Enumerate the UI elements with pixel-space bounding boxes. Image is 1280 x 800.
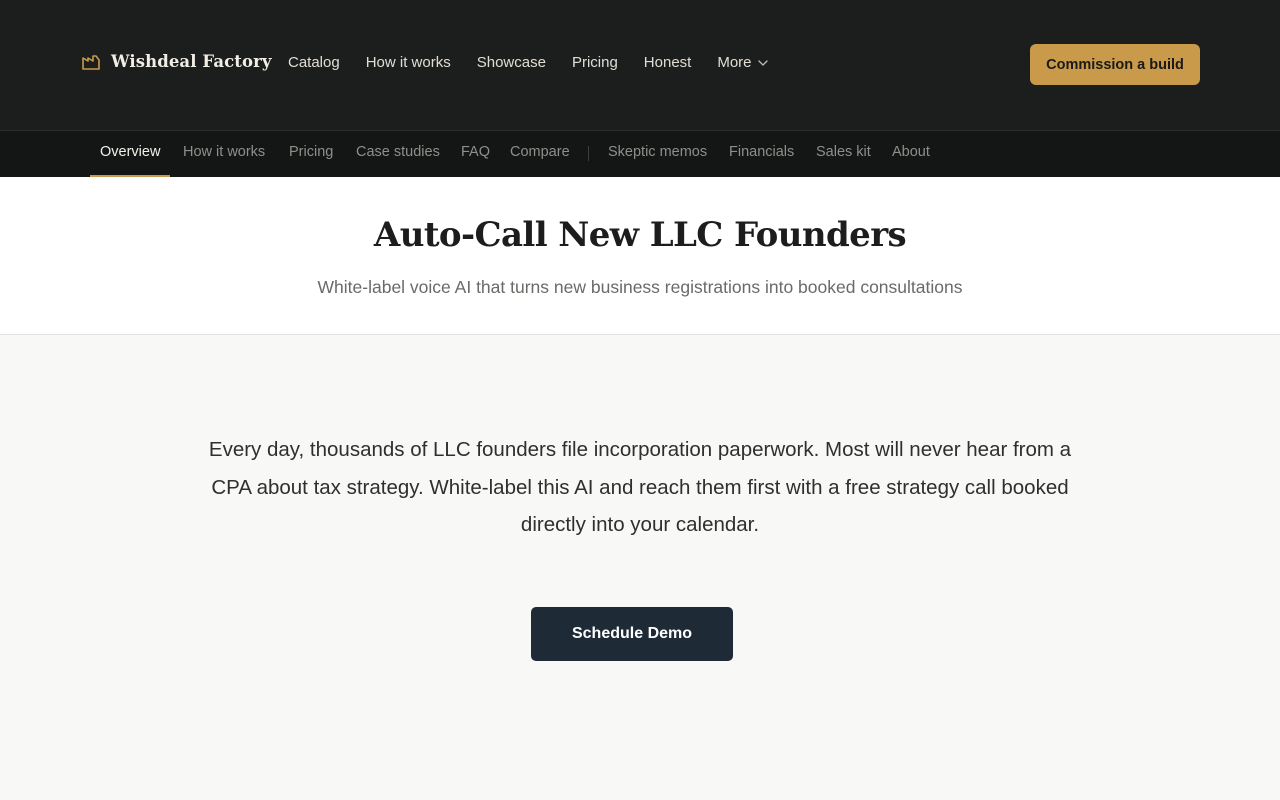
tab-skeptic-memos[interactable]: Skeptic memos	[608, 131, 707, 177]
brand-name: Wishdeal Factory	[111, 52, 272, 71]
hero-section: Auto-Call New LLC Founders White-label v…	[0, 177, 1280, 335]
nav-how-it-works[interactable]: How it works	[366, 54, 451, 71]
tab-overview[interactable]: Overview	[90, 131, 171, 177]
tab-how-it-works[interactable]: How it works	[183, 131, 265, 177]
tab-about[interactable]: About	[892, 131, 930, 177]
factory-icon	[82, 54, 100, 70]
tab-financials[interactable]: Financials	[729, 131, 794, 177]
tab-faq[interactable]: FAQ	[461, 131, 490, 177]
tab-compare[interactable]: Compare	[510, 131, 570, 177]
nav-catalog[interactable]: Catalog	[288, 54, 340, 71]
main-nav: Catalog How it works Showcase Pricing Ho…	[288, 54, 768, 71]
chevron-down-icon	[757, 59, 768, 66]
nav-pricing[interactable]: Pricing	[572, 54, 618, 71]
nav-more-dropdown[interactable]: More	[717, 54, 768, 71]
nav-showcase[interactable]: Showcase	[477, 54, 546, 71]
top-header: Wishdeal Factory Catalog How it works Sh…	[0, 0, 1280, 130]
page-title: Auto-Call New LLC Founders	[373, 215, 907, 255]
subnav-divider	[588, 146, 589, 161]
intro-paragraph: Every day, thousands of LLC founders fil…	[208, 438, 1072, 536]
brand-logo[interactable]: Wishdeal Factory	[82, 52, 272, 71]
tab-pricing[interactable]: Pricing	[289, 131, 333, 177]
nav-honest[interactable]: Honest	[644, 54, 692, 71]
nav-more-label: More	[717, 54, 752, 71]
commission-build-button[interactable]: Commission a build	[1030, 44, 1200, 85]
tab-case-studies[interactable]: Case studies	[356, 131, 440, 177]
tab-sales-kit[interactable]: Sales kit	[816, 131, 871, 177]
schedule-demo-button[interactable]: Schedule Demo	[531, 607, 733, 661]
page-subtitle: White-label voice AI that turns new busi…	[317, 277, 963, 297]
section-subnav: Overview How it works Pricing Case studi…	[0, 130, 1280, 177]
